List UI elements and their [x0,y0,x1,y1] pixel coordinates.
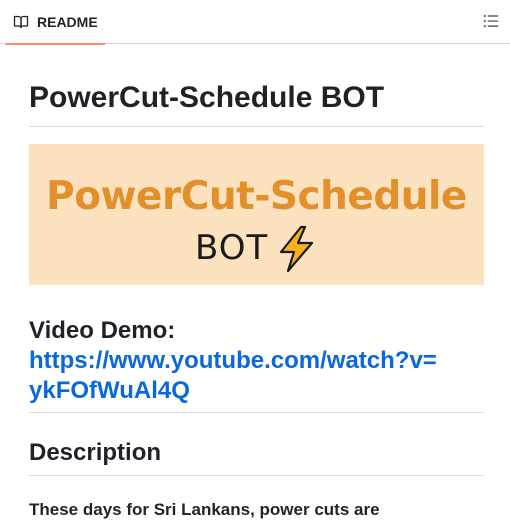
banner-image: PowerCut-Schedule BOT [29,144,484,285]
book-icon [13,15,29,29]
readme-header: README [0,0,510,45]
banner-subtitle: BOT [195,228,269,268]
video-demo-heading: Video Demo: [29,317,176,344]
page-title: PowerCut-Schedule BOT [29,81,385,114]
list-unordered-icon[interactable] [482,12,500,30]
active-tab-underline [5,43,105,45]
readme-tab[interactable]: README [5,0,105,45]
description-text: These days for Sri Lankans, power cuts a… [29,500,380,519]
title-divider [29,126,484,127]
banner-title: PowerCut-Schedule [46,174,467,219]
video-demo-link[interactable]: https://www.youtube.com/watch?v=ykFOfWuA… [29,346,449,406]
readme-tab-label: README [37,14,98,30]
description-divider [29,475,484,476]
lightning-bolt-icon [279,225,314,273]
section-divider [29,412,484,413]
description-heading: Description [29,439,162,466]
